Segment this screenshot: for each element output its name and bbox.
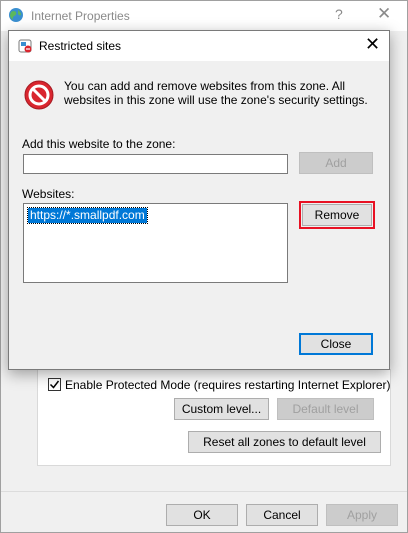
outer-titlebar: Internet Properties ? ✕: [1, 1, 407, 31]
add-button[interactable]: Add: [299, 152, 373, 174]
list-item[interactable]: https://*.smallpdf.com: [27, 207, 148, 224]
outer-window-title: Internet Properties: [31, 9, 130, 23]
websites-list[interactable]: https://*.smallpdf.com: [23, 203, 288, 283]
default-level-button[interactable]: Default level: [277, 398, 374, 420]
outer-close-button[interactable]: ✕: [377, 4, 391, 24]
add-website-input[interactable]: [23, 154, 288, 174]
dialog-title: Restricted sites: [39, 39, 122, 53]
dialog-titlebar: Restricted sites ✕: [9, 31, 389, 61]
checkmark-icon: [49, 380, 60, 389]
ok-button[interactable]: OK: [166, 504, 238, 526]
protected-mode-label: Enable Protected Mode (requires restarti…: [65, 378, 391, 392]
close-button[interactable]: Close: [299, 333, 373, 355]
restricted-sites-icon: [18, 39, 32, 53]
footer-divider: [1, 491, 407, 492]
stop-icon: [24, 80, 54, 110]
restricted-sites-dialog: Restricted sites ✕ You can add and remov…: [8, 30, 390, 370]
protected-mode-checkbox[interactable]: [48, 378, 61, 391]
cancel-button[interactable]: Cancel: [246, 504, 318, 526]
add-website-label: Add this website to the zone:: [22, 137, 176, 151]
reset-all-zones-button[interactable]: Reset all zones to default level: [188, 431, 381, 453]
websites-label: Websites:: [22, 187, 75, 201]
custom-level-button[interactable]: Custom level...: [174, 398, 269, 420]
zone-info-text: You can add and remove websites from thi…: [64, 79, 368, 107]
remove-button[interactable]: Remove: [299, 201, 375, 229]
globe-icon: [9, 8, 23, 22]
help-button[interactable]: ?: [335, 6, 343, 22]
apply-button[interactable]: Apply: [326, 504, 398, 526]
dialog-close-icon[interactable]: ✕: [365, 34, 380, 55]
